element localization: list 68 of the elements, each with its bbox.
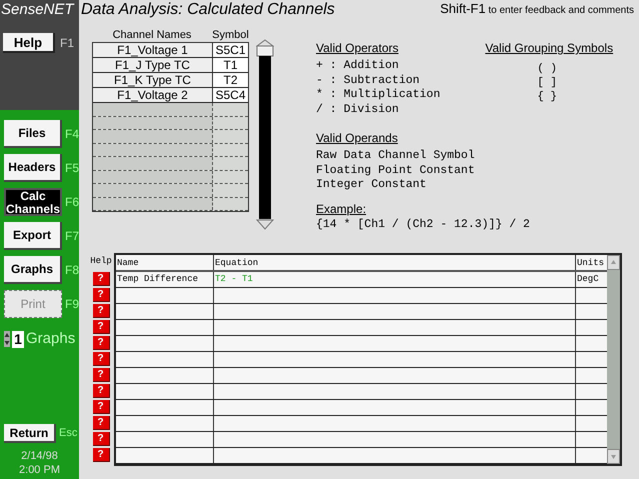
symbol-cell[interactable]: T2: [213, 73, 248, 87]
return-button[interactable]: Return: [4, 424, 56, 443]
symbol-cell[interactable]: S5C4: [213, 88, 248, 102]
help-button[interactable]: ?: [92, 384, 110, 398]
symbol-cell[interactable]: S5C1: [213, 43, 248, 57]
help-button[interactable]: ?: [92, 416, 110, 430]
column-header: Equation: [214, 255, 576, 270]
shortcut-key: F9: [64, 295, 79, 313]
section-title: Valid Grouping Symbols: [485, 40, 614, 56]
grouping-symbol: ( ): [536, 62, 558, 76]
shortcut-key: F4: [64, 125, 79, 143]
grouping-symbol: { }: [536, 90, 558, 104]
section-title: Example:: [316, 200, 368, 216]
units-cell[interactable]: DegC: [576, 272, 607, 287]
scrollbar[interactable]: [256, 39, 274, 231]
help-button[interactable]: ?: [92, 288, 110, 302]
help-button[interactable]: ?: [92, 304, 110, 318]
operator-line: / : Division: [316, 102, 400, 117]
operator-line: * : Multiplication: [316, 88, 440, 102]
shortcut-key: F1: [60, 34, 74, 52]
shortcut-key: F5: [64, 159, 79, 177]
channel-name-cell[interactable]: F1_K Type TC: [93, 73, 213, 87]
scrollbar[interactable]: [607, 255, 620, 464]
symbol-cell[interactable]: T1: [213, 58, 248, 72]
nav-button[interactable]: Calc Channels: [4, 188, 62, 216]
help-button[interactable]: ?: [92, 272, 110, 286]
help-button[interactable]: ?: [92, 336, 110, 350]
operand-line: Integer Constant: [316, 178, 428, 192]
nav-button[interactable]: Graphs: [4, 256, 62, 284]
help-button[interactable]: ?: [92, 352, 110, 366]
example-equation: {14 * [Ch1 / (Ch2 - 12.3)]} / 2: [316, 216, 531, 232]
help-button[interactable]: ?: [92, 368, 110, 382]
help-button[interactable]: Help: [3, 33, 55, 53]
help-button[interactable]: ?: [92, 432, 110, 446]
help-button[interactable]: ?: [92, 320, 110, 334]
page-title: Data Analysis: Calculated Channels: [81, 0, 335, 20]
section-title: Valid Operands: [316, 130, 399, 146]
app-title: SenseNET: [0, 0, 76, 20]
name-cell[interactable]: Temp Difference: [116, 272, 214, 287]
column-header: Name: [116, 255, 214, 270]
nav-button[interactable]: Files: [4, 120, 62, 148]
channel-name-cell[interactable]: F1_J Type TC: [93, 58, 213, 72]
column-header: Units: [576, 257, 606, 270]
column-header: Help: [90, 255, 112, 268]
shortcut-key: F6: [65, 193, 80, 211]
graphs-count-field[interactable]: 1: [12, 330, 24, 348]
help-button[interactable]: ?: [92, 448, 110, 462]
operand-line: Raw Data Channel Symbol: [316, 149, 476, 164]
operator-line: - : Subtraction: [316, 74, 421, 88]
operand-line: Floating Point Constant: [316, 164, 476, 178]
column-header: Symbol: [212, 28, 249, 42]
channel-name-cell[interactable]: F1_Voltage 1: [93, 43, 213, 57]
help-button[interactable]: ?: [92, 400, 110, 414]
graphs-label: Graphs: [26, 329, 76, 349]
nav-button[interactable]: Headers: [4, 154, 62, 182]
shortcut-key: Esc: [59, 425, 78, 442]
date-label: 2/14/98: [21, 449, 58, 463]
channel-name-cell[interactable]: F1_Voltage 2: [93, 88, 213, 102]
operator-line: + : Addition: [316, 59, 400, 74]
shortcut-key: F8: [64, 261, 79, 279]
feedback-hint: Shift-F1 to enter feedback and comments: [440, 0, 634, 18]
column-header: Channel Names: [112, 28, 192, 42]
spinner-arrows-icon[interactable]: [4, 331, 10, 348]
nav-button[interactable]: Export: [4, 222, 62, 250]
time-label: 2:00 PM: [19, 463, 60, 477]
grouping-symbol: [ ]: [536, 76, 558, 90]
shortcut-key: F7: [64, 227, 79, 245]
section-title: Valid Operators: [316, 40, 400, 56]
